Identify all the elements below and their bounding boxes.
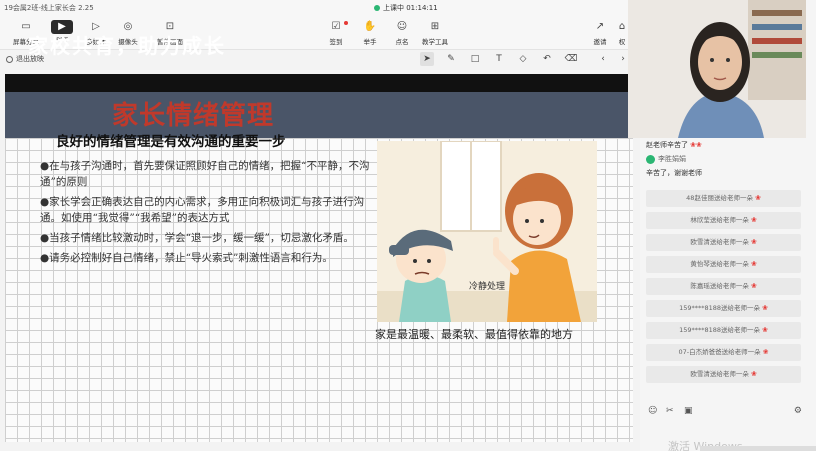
notification-dot	[344, 21, 348, 25]
chat-user-name: 李胜娟娟	[658, 155, 686, 163]
exit-icon	[6, 55, 13, 63]
bullet-item: ●当孩子情绪比较激动时，学会“退一步，缓一缓”，切忌激化矛盾。	[40, 232, 354, 244]
section-subtitle: 良好的情绪管理是有效沟通的重要一步	[56, 134, 286, 150]
chat-message-text: 辛苦了，谢谢老师	[646, 169, 702, 177]
bullet-item: ●请务必控制好自己情绪，禁止“导火索式”刺激性语言和行为。	[40, 252, 333, 264]
slide-top-bar	[5, 74, 633, 92]
flower-icon: ❀	[750, 370, 757, 378]
parent-child-illustration	[377, 141, 597, 322]
teacher-video-feed	[628, 0, 806, 138]
gift-text: 林欣莹送给老师一朵	[690, 216, 749, 224]
gift-message: 159****8188送给老师一朵 ❀	[646, 300, 801, 317]
pointer-tool-icon[interactable]: ➤	[420, 52, 434, 66]
gift-text: 欧雪清送给老师一朵	[690, 370, 749, 378]
teaching-tools-button[interactable]: ⊞ 教学工具	[415, 20, 455, 48]
undo-icon[interactable]: ↶	[540, 52, 554, 66]
gift-text: 48赵佳丽送给老师一朵	[686, 194, 753, 202]
bullet-item: ●家长学会正确表达自己的内心需求，多用正向积极词汇与孩子进行沟通。如使用“我觉得…	[40, 196, 365, 224]
rollcall-icon: ☺	[396, 21, 408, 32]
slide-banner-title: 家校共育，助力成长	[28, 34, 226, 58]
live-dot-icon	[374, 5, 380, 11]
chat-panel: 赵老师辛苦了 ❀❀ 李胜娟娟 辛苦了，谢谢老师 48赵佳丽送给老师一朵 ❀ 林欣莹送…	[646, 140, 806, 388]
chat-user: 李胜娟娟	[646, 154, 806, 164]
bullet-list: ●在与孩子沟通时，首先要保证照顾好自己的情绪，把握“不平静，不沟通”的原则 ●家…	[40, 158, 372, 270]
gift-text: 陈嘉瑶送给老师一朵	[690, 282, 749, 290]
window-title: 19会属2班-线上家长会 2.25	[4, 4, 94, 12]
gift-text: 07-白杰娇爸爸送给老师一朵	[678, 348, 761, 356]
gift-message: 黄怡琴送给老师一朵 ❀	[646, 256, 801, 273]
prev-slide-icon[interactable]: ‹	[596, 52, 610, 66]
gift-text: 黄怡琴送给老师一朵	[690, 260, 749, 268]
emoji-icon[interactable]: ☺	[648, 406, 657, 416]
flower-icon: ❀	[762, 304, 768, 312]
gift-text: 欧雪清送给老师一朵	[690, 238, 749, 246]
illustration-caption: 家是最温暖、最柔软、最值得依靠的地方	[375, 328, 573, 341]
gift-message: 欧雪清送给老师一朵 ❀	[646, 234, 801, 251]
flower-icon: ❀	[750, 282, 757, 290]
flower-icon: ❀	[762, 326, 768, 334]
scissors-icon[interactable]: ✂	[666, 406, 674, 416]
text-tool-icon[interactable]: T	[492, 52, 506, 66]
invite-icon: ↗	[595, 21, 605, 32]
chat-message: 赵老师辛苦了 ❀❀	[646, 140, 806, 150]
pen-tool-icon[interactable]: ✎	[444, 52, 458, 66]
flower-icon: ❀❀	[690, 141, 702, 149]
teacher-video	[628, 0, 806, 138]
gift-message: 欧雪清送给老师一朵 ❀	[646, 366, 801, 383]
taskbar-strip	[700, 446, 816, 451]
flower-icon: ❀	[750, 238, 757, 246]
section-title: 家长情绪管理	[112, 101, 275, 131]
eraser-tool-icon[interactable]: ◇	[516, 52, 530, 66]
flower-icon: ❀	[762, 348, 769, 356]
hand-icon: ✋	[363, 21, 377, 32]
tools-icon: ⊞	[430, 21, 440, 32]
flower-icon: ❀	[750, 216, 757, 224]
more-icon: ⌂	[618, 21, 626, 32]
gift-message: 48赵佳丽送给老师一朵 ❀	[646, 190, 801, 207]
settings-icon[interactable]: ⚙	[794, 406, 802, 416]
wechat-icon	[646, 154, 655, 164]
gift-message: 159****8188送给老师一朵 ❀	[646, 322, 801, 339]
gift-text: 159****8188送给老师一朵	[679, 326, 761, 334]
gift-message: 07-白杰娇爸爸送给老师一朵 ❀	[646, 344, 801, 361]
title-bar: 19会属2班-线上家长会 2.25 上课中 01:14:11	[0, 0, 640, 16]
illustration-label: 冷静处理	[469, 282, 506, 292]
teaching-tools-label: 教学工具	[422, 38, 448, 46]
gift-message: 陈嘉瑶送给老师一朵 ❀	[646, 278, 801, 295]
flower-icon: ❀	[750, 260, 757, 268]
chat-message-text: 赵老师辛苦了	[646, 141, 688, 149]
rectangle-tool-icon[interactable]: □	[468, 52, 482, 66]
chat-input-bar: ☺ ✂ ▣ ⚙	[646, 404, 806, 420]
gift-message: 林欣莹送给老师一朵 ❀	[646, 212, 801, 229]
live-status-text: 上课中 01:14:11	[383, 4, 438, 12]
clear-icon[interactable]: ⌫	[564, 52, 578, 66]
bullet-item: ●在与孩子沟通时，首先要保证照顾好自己的情绪，把握“不平静，不沟通”的原则	[40, 160, 370, 188]
gift-text: 159****8188送给老师一朵	[679, 304, 761, 312]
live-status: 上课中 01:14:11	[374, 3, 438, 13]
image-icon[interactable]: ▣	[684, 406, 693, 416]
flower-icon: ❀	[754, 194, 761, 202]
illustration: 冷静处理	[377, 141, 597, 322]
